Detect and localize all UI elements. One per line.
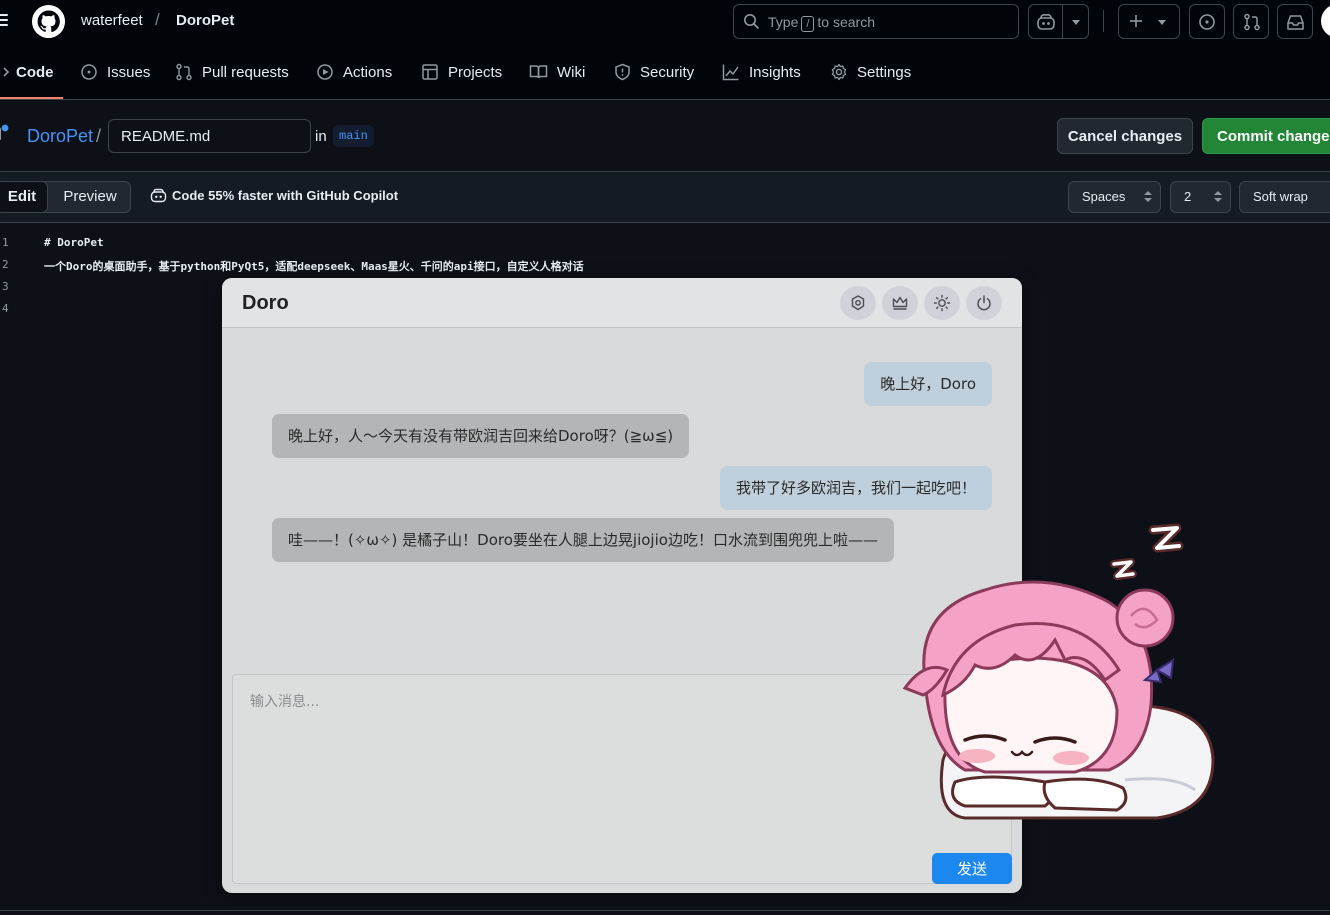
tab-pull-requests[interactable]: Pull requests [175,44,289,100]
tab-label: Insights [749,63,801,81]
tab-label: Code [16,63,54,81]
line-number: 4 [2,302,9,315]
tab-wiki[interactable]: Wiki [529,44,585,100]
tab-label: Actions [343,63,393,81]
breadcrumb-owner[interactable]: waterfeet [81,12,143,29]
line-number: 3 [2,280,9,293]
indent-mode-value: Spaces [1082,189,1126,204]
gear-icon [831,63,847,81]
plus-icon [1130,15,1142,27]
path-separator: / [96,126,102,146]
copilot-icon [150,188,167,203]
tab-label: Security [640,63,695,81]
chat-header[interactable]: Doro [222,278,1022,328]
github-logo-icon[interactable] [32,5,65,38]
table-icon [422,64,438,80]
line-wrap-value: Soft wrap [1253,189,1308,204]
tab-label: Projects [448,63,503,81]
chat-message-user: 我带了好多欧润吉，我们一起吃吧！ [719,466,992,510]
pull-request-icon [176,63,192,81]
indent-mode-select[interactable]: Spaces [1068,181,1161,213]
menu-icon[interactable] [0,11,8,31]
chat-settings-button[interactable] [840,286,876,320]
global-header: waterfeet / DoroPet Type / to search [0,0,1330,44]
issue-opened-icon [81,64,97,80]
chevron-down-icon [1158,20,1166,25]
book-icon [529,65,548,79]
search-shortcut-key: / [801,16,815,32]
copilot-menu-button[interactable] [1028,4,1089,39]
commit-changes-button[interactable]: Commit changes [1202,118,1330,154]
search-icon [744,14,759,29]
repo-link[interactable]: DoroPet [27,126,93,147]
chat-message-bot: 哇——！(✧ω✧) 是橘子山！Doro要坐在人腿上边晃jiojio边吃！口水流到… [272,518,894,562]
copilot-promo-text: Code 55% faster with GitHub Copilot [172,188,399,203]
inbox-icon [1287,15,1304,30]
tab-label: Settings [857,63,912,81]
tab-projects[interactable]: Projects [421,44,502,100]
chat-theme-button[interactable] [924,286,960,320]
chat-title: Doro [242,292,289,314]
chat-message-user: 晚上好，Doro [864,362,992,406]
user-avatar[interactable] [1321,4,1330,38]
repo-nav: Code Issues Pull requests Actions Projec… [0,44,1330,100]
search-placeholder: Type / to search [768,14,876,32]
send-button[interactable]: 发送 [932,853,1012,884]
chat-message-bot: 晚上好，人～今天有没有带欧润吉回来给Doro呀？(≧ω≦) [272,414,690,458]
tab-issues[interactable]: Issues [80,44,150,100]
issues-button[interactable] [1189,4,1225,39]
repo-icon [0,124,9,140]
line-number: 1 [2,236,9,249]
pull-request-icon [1244,13,1260,31]
code-icon [3,67,10,77]
filename-input[interactable] [108,119,311,153]
divider [0,910,1330,911]
tab-settings[interactable]: Settings [830,44,911,100]
github-editor-window: waterfeet / DoroPet Type / to search Cod… [0,0,1330,915]
tab-label: Issues [107,63,151,81]
branch-badge[interactable]: main [333,125,374,147]
crown-icon [892,296,908,310]
chevron-down-icon [1072,20,1080,25]
select-arrows-icon [1144,191,1152,203]
selected-tab-indicator [0,97,63,99]
tab-security[interactable]: Security [614,44,694,100]
copilot-promo[interactable]: Code 55% faster with GitHub Copilot [150,188,398,203]
create-new-button[interactable] [1118,4,1180,39]
indent-size-select[interactable]: 2 [1170,181,1231,213]
tab-actions[interactable]: Actions [316,44,392,100]
copilot-icon [1037,14,1055,30]
select-arrows-icon [1214,191,1222,203]
tab-preview[interactable]: Preview [50,181,130,213]
chat-persona-button[interactable] [882,286,918,320]
chat-power-button[interactable] [966,286,1002,320]
branch-in-label: in [315,128,327,145]
indent-size-value: 2 [1184,189,1192,204]
shield-icon [615,63,630,81]
theme-sun-icon [933,294,951,312]
breadcrumb-separator: / [155,10,160,29]
breadcrumb-repo[interactable]: DoroPet [176,12,234,29]
tab-code[interactable]: Code [3,44,54,100]
power-icon [977,295,991,311]
cancel-changes-button[interactable]: Cancel changes [1057,118,1193,154]
inbox-button[interactable] [1277,4,1313,39]
graph-icon [722,64,739,81]
line-wrap-select[interactable]: Soft wrap [1239,181,1330,213]
play-icon [317,64,333,80]
search-input[interactable]: Type / to search [733,4,1019,39]
code-line[interactable]: # DoroPet [44,236,104,249]
tab-edit[interactable]: Edit [0,181,48,213]
tab-insights[interactable]: Insights [722,44,801,100]
settings-icon [851,295,865,311]
line-number: 2 [2,258,9,271]
issue-opened-icon [1199,14,1215,30]
code-line[interactable]: 一个Doro的桌面助手，基于python和PyQt5，适配deepseek、Ma… [44,258,584,274]
tab-label: Pull requests [202,63,289,81]
sleeping-doro-pet-icon[interactable] [895,520,1225,830]
tab-label: Wiki [557,63,586,81]
pull-requests-button[interactable] [1233,4,1269,39]
